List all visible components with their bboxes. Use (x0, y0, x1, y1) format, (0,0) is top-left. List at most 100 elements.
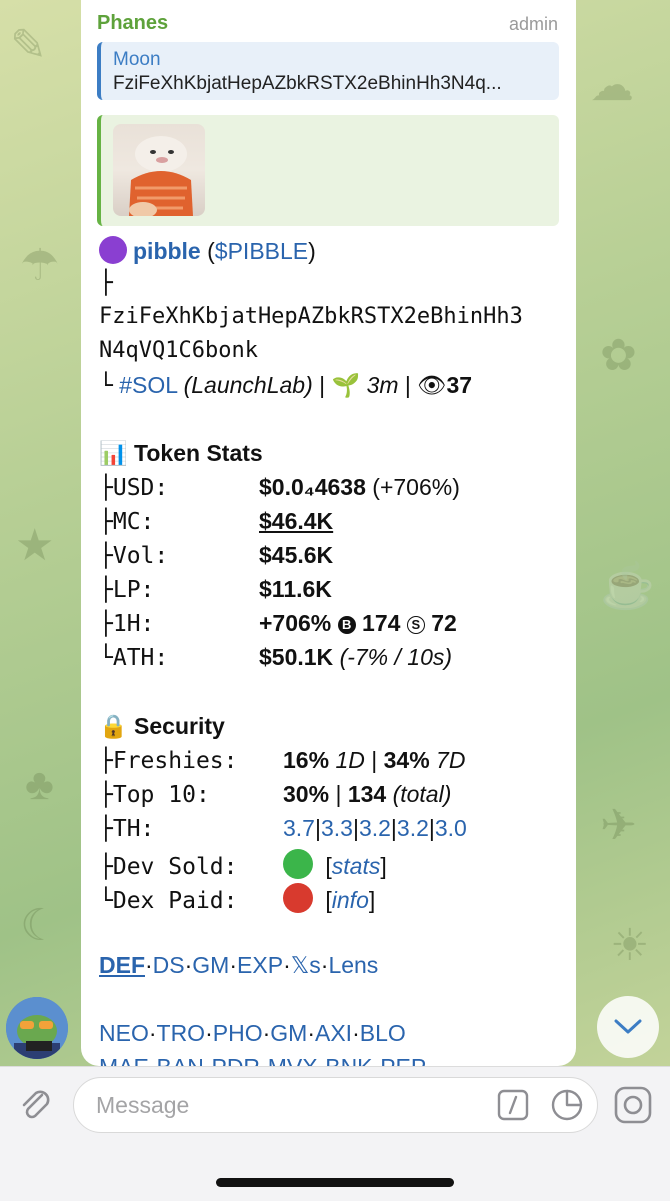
link-tro[interactable]: TRO (157, 1020, 206, 1046)
stat-row-usd: ├USD: $0.0₄4638 (+706%) (99, 474, 460, 501)
ticker-open: ( (200, 238, 215, 264)
sell-count: 72 (431, 610, 457, 636)
link-axi[interactable]: AXI (315, 1020, 352, 1046)
separator: | (335, 781, 342, 807)
stat-label: ATH: (112, 645, 169, 671)
tree-connector: └ (99, 645, 113, 671)
security-top10: ├Top 10: 30% | 134 (total) (99, 781, 451, 808)
link-gm2[interactable]: GM (270, 1020, 307, 1046)
sticker-icon[interactable] (551, 1089, 583, 1121)
tree-connector: ├ (99, 611, 113, 637)
token-ticker[interactable]: $PIBBLE (215, 238, 308, 264)
stat-row-1h: ├1H: +706% B 174 S 72 (99, 610, 457, 637)
token-address-1[interactable]: FziFeXhKbjatHepAZbkRSTX2eBhinHh3 (99, 304, 523, 329)
link-sep: · (352, 1020, 360, 1046)
security-label: Freshies: (112, 748, 238, 774)
freshies-7d: 34% (383, 747, 430, 773)
market-cap-link[interactable]: $46.4K (259, 508, 333, 534)
link-sep: · (307, 1020, 315, 1046)
link-sep: · (229, 952, 238, 978)
tree-connector: └ (99, 888, 113, 914)
ticker-close: ) (308, 238, 316, 264)
link-ban[interactable]: BAN (157, 1054, 204, 1066)
freshies-1d: 16% (283, 747, 330, 773)
reply-title: Moon (113, 49, 161, 70)
chart-icon: 📊 (99, 440, 128, 466)
stat-row-vol: ├Vol: $45.6K (99, 542, 333, 569)
link-pep[interactable]: PEP (380, 1054, 426, 1066)
link-gm[interactable]: GM (192, 952, 229, 978)
th-link[interactable]: 3.2 (397, 815, 429, 841)
stat-label: 1H: (112, 611, 155, 637)
token-image[interactable] (113, 124, 205, 216)
home-indicator (216, 1178, 454, 1187)
stat-value: $0.0₄4638 (259, 474, 366, 500)
tree-connector: ├ (99, 543, 113, 569)
scroll-down-button[interactable] (597, 996, 659, 1058)
link-pho[interactable]: PHO (213, 1020, 263, 1046)
camera-icon[interactable] (613, 1085, 653, 1125)
security-dev-sold: ├Dev Sold: [stats] (99, 849, 387, 880)
th-link[interactable]: 3.0 (435, 815, 467, 841)
green-status-icon (283, 849, 313, 879)
token-age: 3m (366, 372, 399, 398)
th-link[interactable]: 3.3 (321, 815, 353, 841)
message-input[interactable]: Message (73, 1077, 598, 1133)
stat-label: Vol: (112, 543, 169, 569)
sprout-icon: 🌱 (331, 372, 361, 398)
message-bubble[interactable]: Phanes admin Moon FziFeXhKbjatHepAZbkRST… (81, 0, 576, 1066)
link-mvx[interactable]: MVX (268, 1054, 318, 1066)
link-pdr[interactable]: PDR (211, 1054, 260, 1066)
info-link[interactable]: info (332, 887, 369, 913)
tree-connector: ├ (99, 270, 113, 296)
command-icon[interactable] (497, 1089, 529, 1121)
token-meta: └ #SOL (LaunchLab) | 🌱 3m | 👁37 (99, 372, 472, 399)
token-name[interactable]: pibble (133, 238, 201, 264)
chain-tag[interactable]: #SOL (119, 372, 177, 398)
th-link[interactable]: 3.7 (283, 815, 315, 841)
attach-icon[interactable] (16, 1085, 56, 1125)
tree-connector: ├ (99, 475, 113, 501)
stat-change: (+706%) (365, 474, 460, 500)
link-ds[interactable]: DS (153, 952, 185, 978)
freshies-1d-unit: 1D (335, 747, 365, 773)
token-address-2[interactable]: N4qVQ1C6bonk (99, 338, 258, 363)
stats-title-text: Token Stats (134, 440, 263, 466)
links-row-1: DEF·DS·GM·EXP·𝕏s·Lens (99, 952, 378, 979)
link-lens[interactable]: Lens (328, 952, 378, 978)
security-label: Top 10: (112, 782, 210, 808)
holder-count: 134 (347, 781, 387, 807)
links-row-2: NEO·TRO·PHO·GM·AXI·BLO (99, 1020, 406, 1047)
stat-row-ath: └ATH: $50.1K (-7% / 10s) (99, 644, 452, 671)
admin-badge: admin (508, 14, 558, 34)
link-bnk[interactable]: BNK (325, 1054, 372, 1066)
stat-value: $50.1K (259, 644, 334, 670)
links-row-3: MAE·BAN·PDR·MVX·BNK·PEP (99, 1054, 426, 1066)
security-title-text: Security (134, 713, 225, 739)
link-sep: · (260, 1054, 268, 1066)
stat-label: USD: (112, 475, 169, 501)
link-neo[interactable]: NEO (99, 1020, 149, 1046)
link-mae[interactable]: MAE (99, 1054, 149, 1066)
link-sep: · (283, 952, 291, 978)
view-count: 37 (446, 372, 473, 398)
reply-text: FziFeXhKbjatHepAZbkRSTX2eBhinHh3N4q... (113, 73, 502, 94)
link-exp[interactable]: EXP (237, 952, 283, 978)
sells-icon: S (406, 616, 425, 634)
reply-quote[interactable]: Moon FziFeXhKbjatHepAZbkRSTX2eBhinHh3N4q… (97, 42, 559, 100)
link-xs[interactable]: 𝕏s (291, 952, 321, 978)
sender-avatar[interactable] (6, 997, 68, 1059)
sender-name[interactable]: Phanes (97, 12, 168, 35)
tree-connector: ├ (99, 577, 113, 603)
ath-change: (-7% / 10s) (339, 644, 453, 670)
media-preview[interactable] (97, 115, 559, 226)
stats-link[interactable]: stats (332, 853, 381, 879)
th-link[interactable]: 3.2 (359, 815, 391, 841)
top10-pct: 30% (283, 781, 330, 807)
security-th: ├TH: 3.7|3.3|3.2|3.2|3.0 (99, 815, 467, 842)
link-def[interactable]: DEF (99, 952, 145, 978)
stat-value: $11.6K (259, 576, 332, 602)
tree-connector: ├ (99, 854, 113, 880)
link-blo[interactable]: BLO (360, 1020, 406, 1046)
tree-connector: ├ (99, 509, 113, 535)
